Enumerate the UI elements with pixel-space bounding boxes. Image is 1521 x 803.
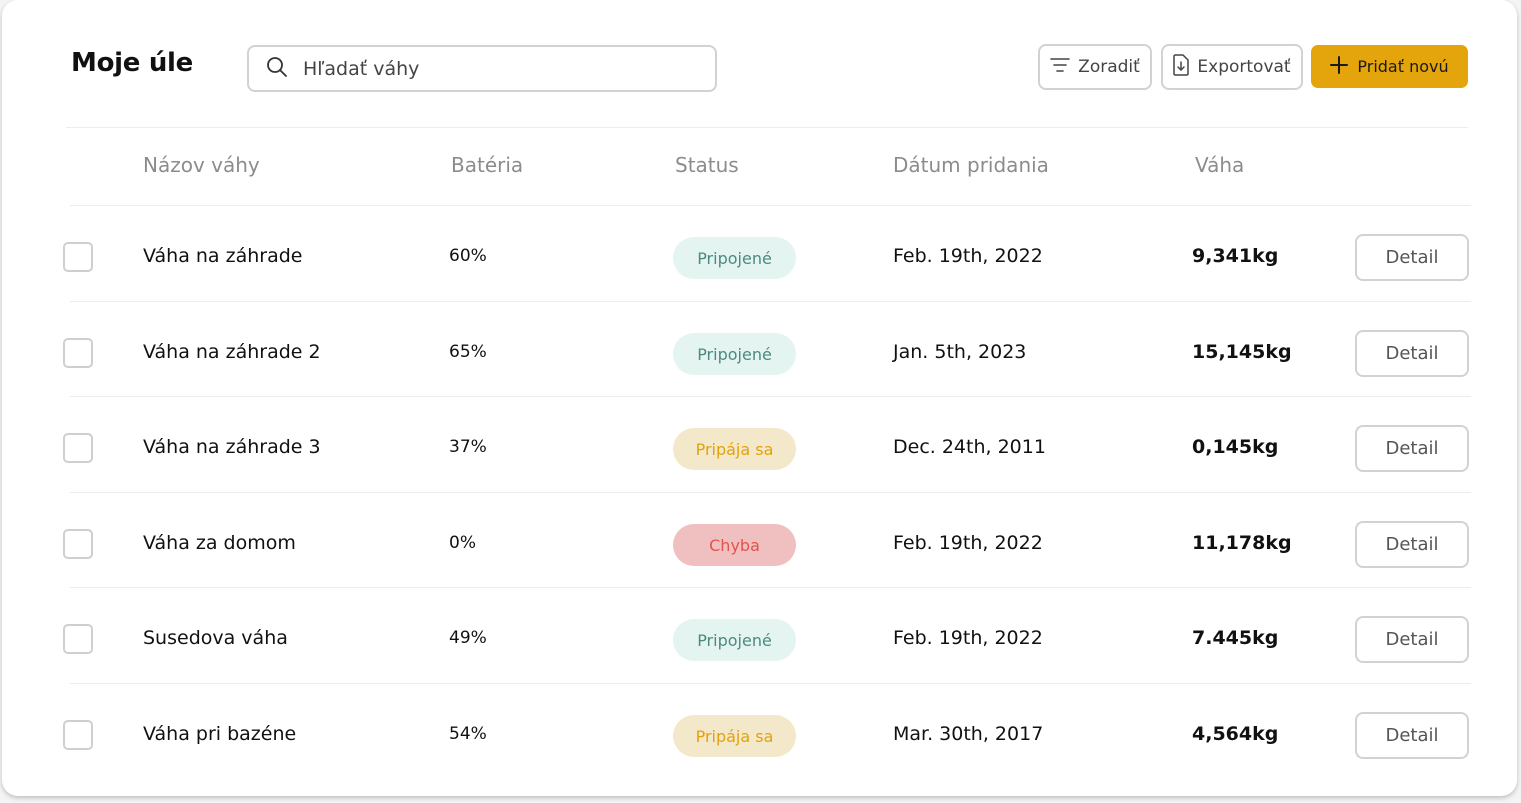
table-row: Susedova váha 49% Pripojené Feb. 19th, 2… (2, 589, 1517, 684)
table-row: Váha na záhrade 2 65% Pripojené Jan. 5th… (2, 303, 1517, 398)
export-button[interactable]: Exportovať (1161, 44, 1303, 90)
date-added: Dec. 24th, 2011 (893, 436, 1046, 458)
battery-level: 65% (449, 342, 487, 362)
search-icon (265, 55, 289, 83)
date-added: Feb. 19th, 2022 (893, 627, 1043, 649)
add-new-label: Pridať novú (1357, 57, 1449, 76)
detail-button[interactable]: Detail (1355, 425, 1469, 472)
table-row: Váha pri bazéne 54% Pripája sa Mar. 30th… (2, 685, 1517, 780)
table-head-divider (70, 205, 1471, 206)
search-box[interactable] (247, 45, 717, 92)
weight-value: 9,341kg (1192, 245, 1279, 267)
column-header-weight: Váha (1195, 153, 1245, 177)
row-checkbox[interactable] (63, 529, 93, 559)
row-checkbox[interactable] (63, 338, 93, 368)
date-added: Jan. 5th, 2023 (893, 341, 1027, 363)
row-divider (70, 683, 1471, 684)
page-title: Moje úle (71, 48, 193, 78)
detail-button[interactable]: Detail (1355, 234, 1469, 281)
date-added: Mar. 30th, 2017 (893, 723, 1044, 745)
plus-icon (1330, 55, 1349, 78)
weight-value: 0,145kg (1192, 436, 1279, 458)
detail-button[interactable]: Detail (1355, 616, 1469, 663)
weight-value: 15,145kg (1192, 341, 1292, 363)
table-row: Váha na záhrade 3 37% Pripája sa Dec. 24… (2, 398, 1517, 493)
column-header-name: Názov váhy (143, 153, 260, 177)
header-divider (66, 127, 1468, 128)
row-checkbox[interactable] (63, 624, 93, 654)
weight-value: 4,564kg (1192, 723, 1279, 745)
scale-name: Váha na záhrade 3 (143, 436, 321, 458)
status-badge: Chyba (673, 524, 796, 566)
row-divider (70, 396, 1471, 397)
file-download-icon (1173, 53, 1190, 81)
sort-button[interactable]: Zoradiť (1038, 44, 1152, 90)
weight-value: 11,178kg (1192, 532, 1292, 554)
detail-button[interactable]: Detail (1355, 712, 1469, 759)
row-checkbox[interactable] (63, 720, 93, 750)
battery-level: 0% (449, 533, 476, 553)
table-row: Váha za domom 0% Chyba Feb. 19th, 2022 1… (2, 494, 1517, 589)
column-header-date: Dátum pridania (893, 153, 1049, 177)
column-header-status: Status (675, 153, 739, 177)
row-divider (70, 492, 1471, 493)
date-added: Feb. 19th, 2022 (893, 532, 1043, 554)
battery-level: 37% (449, 437, 487, 457)
status-badge: Pripája sa (673, 428, 796, 470)
row-checkbox[interactable] (63, 242, 93, 272)
scale-name: Váha na záhrade (143, 245, 303, 267)
status-badge: Pripája sa (673, 715, 796, 757)
battery-level: 60% (449, 246, 487, 266)
status-badge: Pripojené (673, 619, 796, 661)
scale-name: Váha za domom (143, 532, 296, 554)
detail-button[interactable]: Detail (1355, 330, 1469, 377)
status-badge: Pripojené (673, 333, 796, 375)
row-divider (70, 587, 1471, 588)
status-badge: Pripojené (673, 237, 796, 279)
search-input[interactable] (303, 57, 683, 80)
filter-lines-icon (1050, 57, 1070, 78)
scale-name: Susedova váha (143, 627, 288, 649)
add-new-button[interactable]: Pridať novú (1311, 45, 1468, 88)
sort-label: Zoradiť (1078, 57, 1140, 77)
detail-button[interactable]: Detail (1355, 521, 1469, 568)
row-checkbox[interactable] (63, 433, 93, 463)
row-divider (70, 301, 1471, 302)
column-header-battery: Batéria (451, 153, 524, 177)
battery-level: 49% (449, 628, 487, 648)
battery-level: 54% (449, 724, 487, 744)
weight-value: 7.445kg (1192, 627, 1279, 649)
scale-name: Váha na záhrade 2 (143, 341, 321, 363)
table-row: Váha na záhrade 60% Pripojené Feb. 19th,… (2, 207, 1517, 302)
export-label: Exportovať (1197, 57, 1291, 77)
hives-card: Moje úle Zoradiť Exportov (2, 0, 1517, 796)
date-added: Feb. 19th, 2022 (893, 245, 1043, 267)
scale-name: Váha pri bazéne (143, 723, 297, 745)
